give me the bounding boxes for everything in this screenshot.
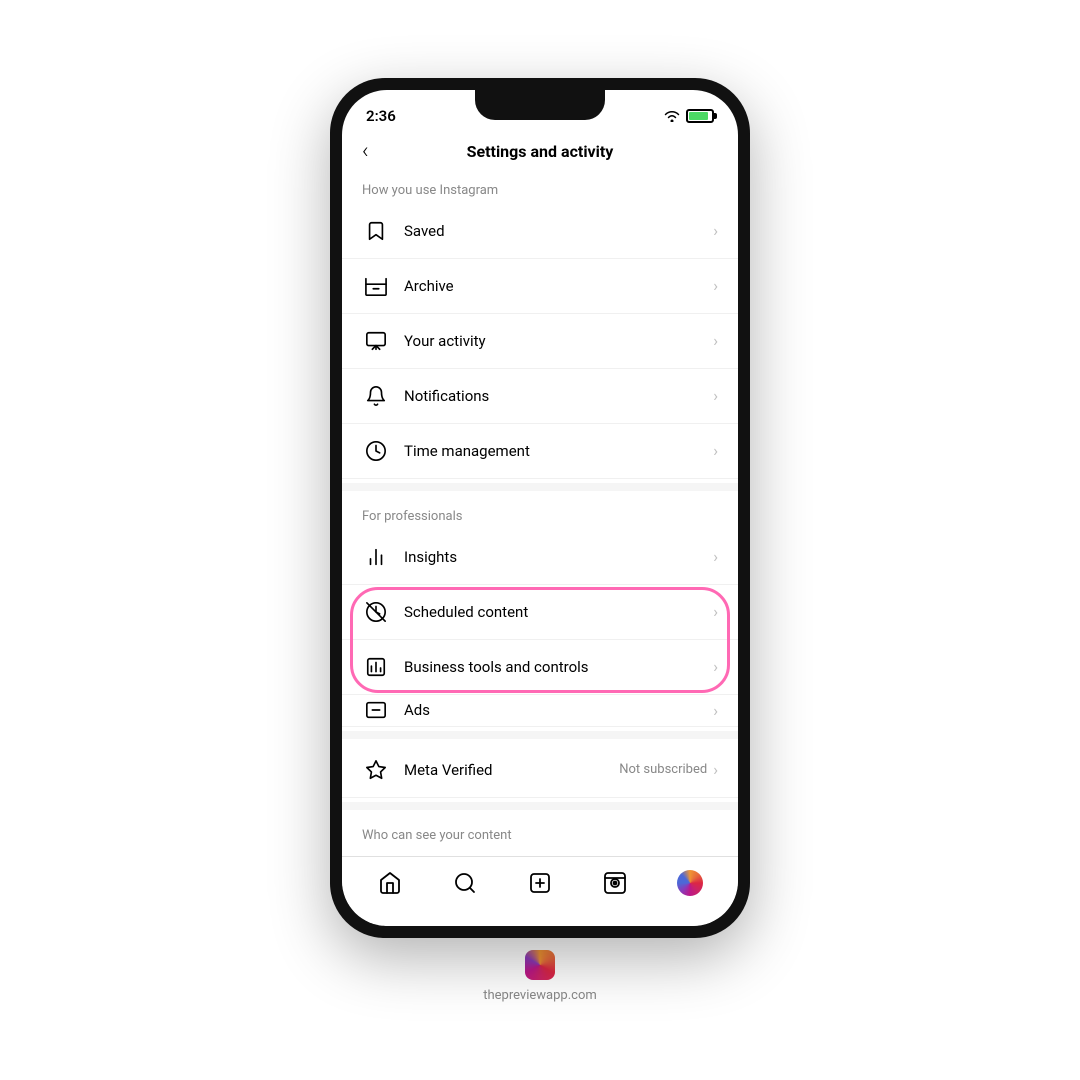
bell-icon [362, 382, 390, 410]
section-header-who-can-see: Who can see your content [342, 814, 738, 849]
phone-screen: 2:36 ‹ Settings and activi [342, 90, 738, 926]
scheduled-chevron: › [713, 602, 718, 621]
saved-label: Saved [404, 222, 713, 240]
status-time: 2:36 [366, 107, 396, 125]
your-activity-label: Your activity [404, 332, 713, 350]
divider-professionals [342, 483, 738, 491]
archive-chevron: › [713, 276, 718, 295]
profile-gradient-icon [677, 870, 703, 896]
ads-icon [362, 696, 390, 724]
battery-fill [689, 112, 708, 120]
clock-icon [362, 437, 390, 465]
menu-item-business-tools[interactable]: Business tools and controls › [342, 640, 738, 695]
meta-verified-label: Meta Verified [404, 761, 619, 779]
watermark-section: thepreviewapp.com [483, 950, 597, 1003]
divider-meta [342, 731, 738, 739]
saved-icon [362, 217, 390, 245]
menu-item-ads[interactable]: Ads › [342, 695, 738, 727]
insights-icon [362, 543, 390, 571]
ads-label: Ads [404, 701, 713, 719]
header: ‹ Settings and activity [342, 134, 738, 169]
content-scroll: How you use Instagram Saved › [342, 169, 738, 926]
nav-reels[interactable] [593, 861, 637, 905]
divider-who-can-see [342, 802, 738, 810]
ads-chevron: › [713, 701, 718, 720]
nav-home[interactable] [368, 861, 412, 905]
phone-frame: 2:36 ‹ Settings and activi [330, 78, 750, 938]
scheduled-content-label: Scheduled content [404, 603, 713, 621]
saved-chevron: › [713, 221, 718, 240]
watermark-text: thepreviewapp.com [483, 988, 597, 1003]
scheduled-icon [362, 598, 390, 626]
menu-item-scheduled-content[interactable]: Scheduled content › [342, 585, 738, 640]
meta-verified-chevron: › [713, 760, 718, 779]
your-activity-chevron: › [713, 331, 718, 350]
notifications-chevron: › [713, 386, 718, 405]
menu-item-time-management[interactable]: Time management › [342, 424, 738, 479]
business-tools-chevron: › [713, 657, 718, 676]
page-wrapper: 2:36 ‹ Settings and activi [0, 0, 1080, 1080]
insights-chevron: › [713, 547, 718, 566]
archive-icon [362, 272, 390, 300]
notifications-label: Notifications [404, 387, 713, 405]
section-header-professionals: For professionals [342, 495, 738, 530]
battery-icon [686, 109, 714, 123]
bottom-nav [342, 856, 738, 926]
menu-item-meta-verified[interactable]: Meta Verified Not subscribed › [342, 743, 738, 798]
menu-item-your-activity[interactable]: Your activity › [342, 314, 738, 369]
page-title: Settings and activity [467, 142, 614, 161]
menu-item-saved[interactable]: Saved › [342, 204, 738, 259]
highlight-group: Scheduled content › [342, 585, 738, 695]
meta-verified-icon [362, 756, 390, 784]
status-icons [664, 109, 714, 123]
activity-icon [362, 327, 390, 355]
nav-plus[interactable] [518, 861, 562, 905]
menu-item-notifications[interactable]: Notifications › [342, 369, 738, 424]
archive-label: Archive [404, 277, 713, 295]
nav-search[interactable] [443, 861, 487, 905]
nav-profile[interactable] [668, 861, 712, 905]
menu-item-insights[interactable]: Insights › [342, 530, 738, 585]
time-management-label: Time management [404, 442, 713, 460]
insights-label: Insights [404, 548, 713, 566]
phone-notch [475, 90, 605, 120]
close-friends-chevron: › [713, 921, 718, 926]
section-header-how-you-use: How you use Instagram [342, 169, 738, 204]
wifi-icon [664, 110, 680, 122]
time-management-chevron: › [713, 441, 718, 460]
back-button[interactable]: ‹ [362, 139, 369, 164]
business-tools-label: Business tools and controls [404, 658, 713, 676]
meta-verified-badge: Not subscribed [619, 762, 707, 777]
menu-item-archive[interactable]: Archive › [342, 259, 738, 314]
business-tools-icon [362, 653, 390, 681]
